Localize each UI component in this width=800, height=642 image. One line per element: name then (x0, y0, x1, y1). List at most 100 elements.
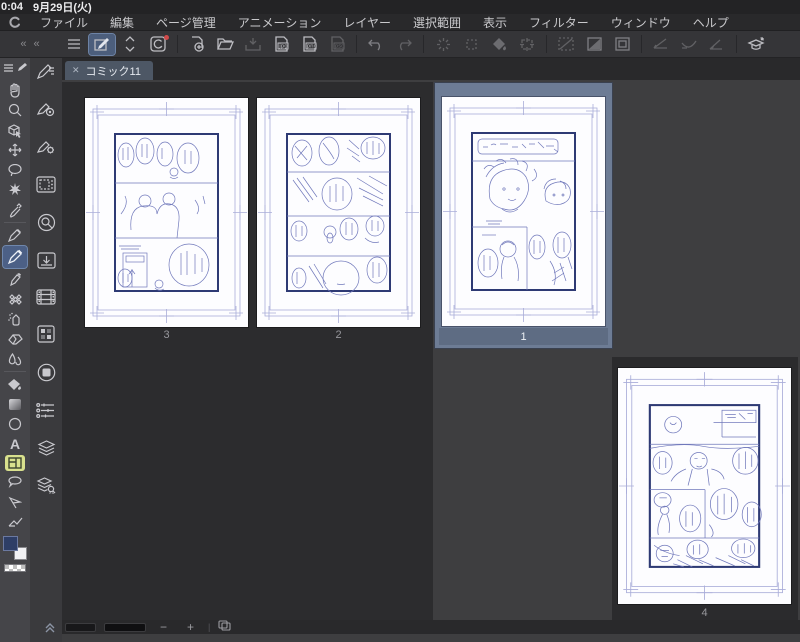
menu-window[interactable]: ウィンドウ (601, 14, 681, 31)
page-manager-canvas[interactable]: 3 2 1 4 − + | (62, 80, 800, 642)
import-panel-icon[interactable] (36, 252, 56, 274)
menu-page-manage[interactable]: ページ管理 (146, 14, 226, 31)
stream-line-tool[interactable] (4, 493, 26, 511)
object-3d-tool[interactable] (4, 121, 26, 139)
tab-comic11[interactable]: ✕ コミック11 (65, 61, 153, 80)
menu-filter[interactable]: フィルター (519, 14, 599, 31)
page-cell-1-selected[interactable]: 1 (435, 83, 612, 348)
eyedropper-tool[interactable] (4, 201, 26, 219)
story-editor-icon[interactable] (36, 62, 56, 85)
menu-selection[interactable]: 選択範囲 (403, 14, 471, 31)
text-tool[interactable]: A (4, 435, 26, 453)
export-png-button[interactable]: png (296, 34, 322, 55)
page-settings-icon[interactable] (36, 100, 56, 123)
menu-bar: ファイル 編集 ページ管理 アニメーション レイヤー 選択範囲 表示 フィルター… (0, 14, 800, 31)
deselect-icon[interactable] (458, 34, 484, 55)
tab-label: コミック11 (85, 65, 141, 78)
magic-wand-tool[interactable] (4, 181, 26, 199)
export-jpg-button[interactable]: jpg (268, 34, 294, 55)
page-thumbnail-4[interactable] (618, 368, 791, 604)
decoration-tool[interactable] (4, 290, 26, 308)
layer-property-icon[interactable] (37, 363, 56, 387)
menu-file[interactable]: ファイル (30, 14, 98, 31)
marker-tool[interactable] (4, 270, 26, 288)
tool-menu-icon[interactable] (3, 59, 13, 77)
horizontal-scrollbar-track[interactable] (65, 622, 96, 632)
hand-tool[interactable] (4, 81, 26, 99)
toolbar-menu-icon[interactable] (61, 34, 87, 55)
zoom-tool[interactable] (4, 101, 26, 119)
edit-page-tool-icon[interactable] (88, 32, 116, 56)
eraser-tool[interactable] (4, 330, 26, 348)
lasso-tool[interactable] (4, 161, 26, 179)
snap-special-icon[interactable] (704, 34, 730, 55)
page-thumbnail-3[interactable] (85, 98, 248, 327)
work-settings-icon[interactable] (36, 138, 56, 161)
paint-bucket-tool[interactable] (4, 375, 26, 393)
open-clip-studio-icon[interactable] (743, 34, 769, 55)
page-thumbnail-1[interactable] (442, 97, 605, 326)
transparent-color-swatch[interactable] (4, 564, 26, 572)
material-folder-icon[interactable] (36, 176, 56, 198)
tool-edit-icon[interactable] (17, 59, 27, 77)
clear-sparkle-icon[interactable] (430, 34, 456, 55)
line-correct-tool[interactable] (4, 513, 26, 531)
export-psd-button[interactable]: psd (324, 34, 350, 55)
figure-tool[interactable] (4, 415, 26, 433)
pencil-tool-selected[interactable] (2, 245, 28, 269)
page-number-3: 3 (163, 329, 170, 341)
contrast-square-icon[interactable] (581, 34, 607, 55)
menu-edit[interactable]: 編集 (100, 14, 144, 31)
snap-curve-icon[interactable] (676, 34, 702, 55)
spin-chevrons-icon[interactable] (117, 34, 143, 55)
open-file-button[interactable] (212, 34, 238, 55)
balloon-tool[interactable] (4, 473, 26, 491)
rect-line-icon[interactable] (553, 34, 579, 55)
zoom-in-button[interactable]: + (181, 621, 200, 633)
canvas-size-icon[interactable] (514, 34, 540, 55)
layer-search-icon[interactable]: ×o (36, 476, 56, 499)
color-swatches[interactable] (3, 536, 27, 560)
color-set-icon[interactable] (37, 325, 55, 348)
collapse-panels-icon[interactable]: « « (2, 38, 60, 50)
redo-button[interactable] (391, 34, 417, 55)
clip-studio-logo-icon[interactable] (6, 15, 22, 29)
new-page-button[interactable] (184, 34, 210, 55)
status-bar: 0:04 9月29日(火) (0, 0, 800, 14)
menu-help[interactable]: ヘルプ (683, 14, 739, 31)
notification-badge (164, 34, 169, 40)
menu-view[interactable]: 表示 (473, 14, 517, 31)
move-tool[interactable] (4, 141, 26, 159)
navigator-icon[interactable] (37, 213, 56, 237)
layers-icon[interactable] (37, 439, 56, 461)
zoom-out-button[interactable]: − (154, 621, 173, 633)
clip-studio-notify-icon[interactable] (145, 34, 171, 55)
airbrush-tool[interactable] (4, 310, 26, 328)
gradient-tool[interactable] (4, 395, 26, 413)
expand-panel-chevrons-icon[interactable] (30, 620, 56, 638)
tab-close-icon[interactable]: ✕ (72, 65, 80, 76)
horizontal-scrollbar-thumb[interactable] (104, 622, 146, 632)
undo-button[interactable] (363, 34, 389, 55)
menu-layer[interactable]: レイヤー (333, 14, 401, 31)
border-square-icon[interactable] (609, 34, 635, 55)
fit-to-screen-icon[interactable] (218, 618, 231, 636)
bottom-bar-separator: | (208, 622, 211, 632)
fill-bucket-icon[interactable] (486, 34, 512, 55)
page-cell-4[interactable]: 4 (612, 357, 798, 623)
pen-tool[interactable] (4, 226, 26, 244)
layer-list-icon[interactable] (36, 402, 56, 424)
page-number-4: 4 (701, 607, 708, 619)
foreground-color-swatch[interactable] (3, 536, 18, 551)
export-png-label: png (306, 44, 316, 50)
menu-animation[interactable]: アニメーション (228, 14, 332, 31)
tool-column: A (0, 58, 30, 642)
timeline-icon[interactable] (36, 289, 56, 310)
page-thumbnail-2[interactable] (257, 98, 420, 327)
snap-ruler-icon[interactable] (648, 34, 674, 55)
panel-icon-column: ×o (30, 58, 62, 642)
export-psd-label: psd (334, 44, 344, 50)
blend-tool[interactable] (4, 350, 26, 368)
save-button[interactable] (240, 34, 266, 55)
frame-border-tool-selected[interactable] (5, 455, 25, 471)
